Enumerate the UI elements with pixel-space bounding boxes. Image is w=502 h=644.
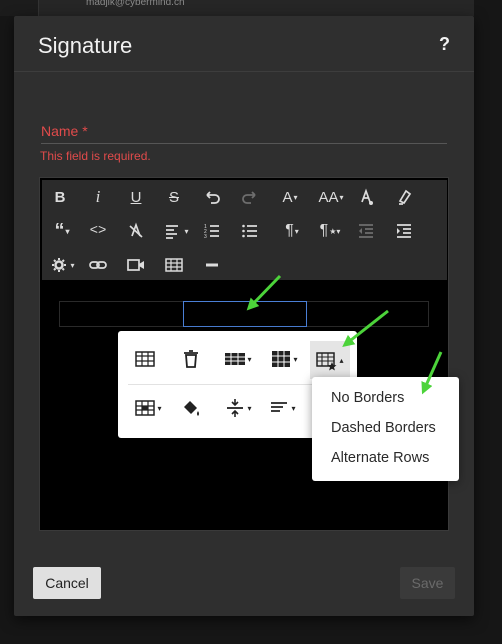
outdent-icon[interactable] [352,218,380,244]
video-icon[interactable] [122,252,150,278]
table-cells-icon[interactable]: ▾ [128,389,168,427]
redo-icon[interactable] [236,184,264,210]
table-header-icon[interactable] [126,340,164,378]
font-family-icon[interactable]: AA ▾ [314,184,348,210]
signature-table[interactable] [59,301,429,327]
hr-icon[interactable] [198,252,226,278]
selected-table-cell[interactable] [183,301,307,327]
ordered-list-icon[interactable]: 123 [198,218,226,244]
remove-table-icon[interactable] [172,340,210,378]
code-icon[interactable]: <> [84,218,112,244]
strikethrough-icon[interactable]: S [160,184,188,210]
cancel-button[interactable]: Cancel [33,567,101,599]
table-style-menu: No Borders Dashed Borders Alternate Rows [312,377,459,481]
paragraph-format-icon[interactable]: ¶ ▾ [278,218,306,244]
title-divider [14,71,474,72]
name-error-message: This field is required. [40,149,151,163]
indent-icon[interactable] [390,218,418,244]
quote-icon[interactable]: “▾ [48,218,76,244]
help-button[interactable]: ? [439,34,450,55]
background-strip [0,0,38,16]
dialog-title: Signature [38,33,133,58]
clear-format-icon[interactable] [122,218,150,244]
svg-text:3: 3 [204,234,207,240]
save-button[interactable]: Save [400,567,455,599]
paragraph-style-icon[interactable]: ¶ ★▾ [316,218,344,244]
table-style-icon[interactable]: ▴ [310,341,350,379]
bold-icon[interactable]: B [46,184,74,210]
table-icon[interactable] [160,252,188,278]
table-rows-icon[interactable]: ▾ [216,340,260,378]
menu-item-dashed-borders[interactable]: Dashed Borders [312,413,459,443]
more-misc-icon[interactable]: ▾ [48,252,76,278]
undo-icon[interactable] [198,184,226,210]
vertical-align-icon[interactable]: ▾ [218,389,258,427]
menu-item-no-borders[interactable]: No Borders [312,383,459,413]
table-columns-icon[interactable]: ▾ [262,340,306,378]
editor-toolbar: B i U S A ▾ AA ▾ “▾ <> ▾ 1 2 3 ¶ ▾ ¶ ★▾ … [42,180,447,280]
signature-dialog: Signature ? Name * This field is require… [14,16,474,616]
align-icon[interactable]: ▾ [162,218,190,244]
text-color-icon[interactable] [352,184,380,210]
italic-icon[interactable]: i [84,184,112,210]
menu-item-alternate-rows[interactable]: Alternate Rows [312,443,459,473]
font-size-icon[interactable]: A ▾ [276,184,304,210]
unordered-list-icon[interactable] [236,218,264,244]
cell-background-icon[interactable] [172,389,210,427]
link-icon[interactable] [84,252,112,278]
underline-icon[interactable]: U [122,184,150,210]
horizontal-align-icon[interactable]: ▾ [262,389,302,427]
background-email: madjik@cybermind.ch [86,0,185,8]
highlight-icon[interactable] [390,184,418,210]
name-field[interactable] [41,115,447,144]
